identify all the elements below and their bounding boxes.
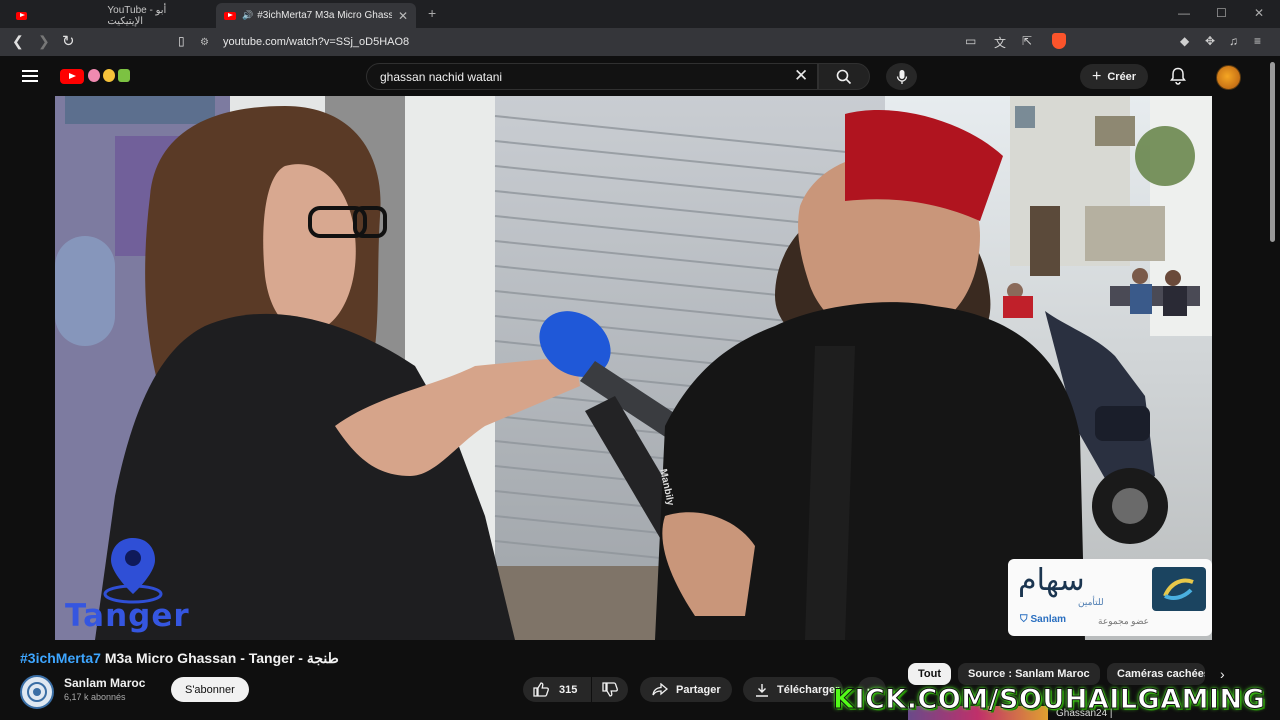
share-arrow-icon: [652, 683, 668, 696]
video-title: #3ichMerta7 M3a Micro Ghassan - Tanger -…: [20, 650, 339, 667]
site-info-icon[interactable]: ⚙: [200, 37, 209, 48]
address-bar: ❮ ❯ ↻ ▯ ⚙ youtube.com/watch?v=SSj_oD5HAO…: [0, 28, 1280, 56]
like-count: 315: [559, 683, 578, 696]
account-avatar[interactable]: [1216, 65, 1241, 90]
sanlam-shield-icon: ⛉: [1020, 614, 1028, 625]
search-input[interactable]: ghassan nachid watani: [366, 63, 818, 90]
dislike-button[interactable]: [592, 677, 628, 702]
chip-source[interactable]: Source : Sanlam Maroc: [958, 663, 1100, 685]
minimize-icon[interactable]: —: [1178, 6, 1190, 20]
channel-name[interactable]: Sanlam Maroc: [64, 676, 145, 690]
sponsor-card: سهام للتأمين ⛉ Sanlam عضو مجموعة: [1008, 559, 1212, 636]
sponsor-tagline: عضو مجموعة: [1098, 616, 1150, 626]
sponsor-arabic-name: سهام: [1018, 563, 1085, 598]
download-icon: [756, 683, 768, 697]
cast-icon[interactable]: ▭: [965, 34, 976, 48]
like-button[interactable]: 315: [523, 677, 591, 702]
search-button[interactable]: [818, 63, 870, 90]
back-icon[interactable]: ❮: [12, 33, 24, 50]
clear-search-icon[interactable]: ✕: [794, 66, 808, 86]
chip-all[interactable]: Tout: [908, 663, 952, 685]
page-scrollbar[interactable]: [1270, 62, 1275, 242]
youtube-favicon-icon: [16, 11, 28, 20]
new-tab-button[interactable]: +: [428, 5, 436, 21]
doodle-icon: [103, 69, 115, 82]
close-window-icon[interactable]: ✕: [1254, 6, 1264, 20]
tab-title: #3ichMerta7 M3a Micro Ghassan - Tanger: [257, 10, 393, 21]
chip-hidden-cameras[interactable]: Caméras cachées: [1107, 663, 1205, 685]
create-button[interactable]: + Créer: [1080, 64, 1149, 89]
url-field[interactable]: ⚙ youtube.com/watch?v=SSj_oD5HAO8: [200, 31, 960, 53]
subscriber-count: 6,17 k abonnés: [64, 692, 126, 702]
video-player[interactable]: Tanger Manbily سهام للتأمين ⛉ Sanlam عضو…: [55, 96, 1212, 640]
thumbs-down-icon: [602, 682, 618, 697]
tab-title: YouTube - أبو الإيتيكيت: [107, 4, 167, 27]
subscribe-button[interactable]: S'abonner: [171, 677, 249, 702]
search-icon: [836, 69, 852, 84]
sponsor-brand-name: Sanlam: [1030, 614, 1067, 625]
notifications-bell-icon[interactable]: [1170, 67, 1186, 85]
browser-tab-video[interactable]: 🔊 #3ichMerta7 M3a Micro Ghassan - Tanger…: [216, 3, 416, 28]
kick-watermark-text: ICK.COM/SOUHAILGAMING: [854, 684, 1266, 716]
doodle-icon: [88, 69, 100, 82]
download-button[interactable]: Télécharger: [743, 677, 843, 702]
youtube-logo-icon[interactable]: [60, 69, 84, 84]
browser-tab-youtube[interactable]: YouTube - أبو الإيتيكيت: [8, 3, 208, 28]
create-label: Créer: [1107, 70, 1137, 83]
youtube-header: ghassan nachid watani ✕ + Créer: [0, 56, 1280, 96]
bookmark-icon[interactable]: ▯: [178, 34, 185, 48]
speaker-icon: 🔊: [242, 10, 254, 20]
share-label: Partager: [676, 683, 721, 696]
sanlam-logo-icon: [27, 682, 47, 702]
sponsor-logo-icon: [1152, 567, 1206, 611]
doodle-icon: [118, 69, 130, 82]
url-text: youtube.com/watch?v=SSj_oD5HAO8: [222, 36, 410, 48]
title-hashtag-link[interactable]: #3ichMerta7: [20, 650, 101, 666]
voice-search-button[interactable]: [886, 63, 917, 90]
kick-watermark: KICK.COM/SOUHAILGAMING: [832, 684, 1266, 716]
kick-watermark-k: K: [832, 684, 855, 716]
chip-scroll-right-icon[interactable]: ›: [1220, 666, 1225, 682]
browser-menu-icon[interactable]: ≡: [1254, 34, 1261, 48]
sponsor-brand: ⛉ Sanlam: [1020, 614, 1066, 625]
title-text: M3a Micro Ghassan - Tanger - طنجة: [100, 650, 339, 666]
close-tab-icon[interactable]: ✕: [398, 9, 408, 23]
city-overlay-text: Tanger: [65, 598, 190, 634]
extensions-puzzle-icon[interactable]: ✥: [1205, 34, 1215, 48]
youtube-favicon-icon: [224, 11, 236, 20]
sponsor-arabic-sub: للتأمين: [1078, 597, 1104, 607]
reload-icon[interactable]: ↻: [62, 32, 75, 50]
translate-icon[interactable]: 文: [994, 34, 1006, 51]
download-label: Télécharger: [777, 683, 840, 696]
media-controls-icon[interactable]: ♫: [1229, 34, 1238, 48]
microphone-icon: [896, 69, 907, 84]
channel-avatar[interactable]: [20, 675, 54, 709]
plus-icon: +: [1092, 67, 1102, 85]
brave-shield-icon[interactable]: [1052, 33, 1066, 49]
extension-diamond-icon[interactable]: ◆: [1180, 34, 1189, 48]
maximize-icon[interactable]: ☐: [1216, 6, 1227, 20]
location-pin-icon: [103, 538, 163, 604]
browser-tab-strip: YouTube - أبو الإيتيكيت 🔊 #3ichMerta7 M3…: [0, 0, 1280, 28]
share-icon[interactable]: ⇱: [1022, 34, 1032, 48]
forward-icon[interactable]: ❯: [38, 33, 50, 50]
share-button[interactable]: Partager: [640, 677, 732, 702]
thumbs-up-icon: [533, 682, 549, 697]
menu-icon[interactable]: [22, 70, 38, 82]
